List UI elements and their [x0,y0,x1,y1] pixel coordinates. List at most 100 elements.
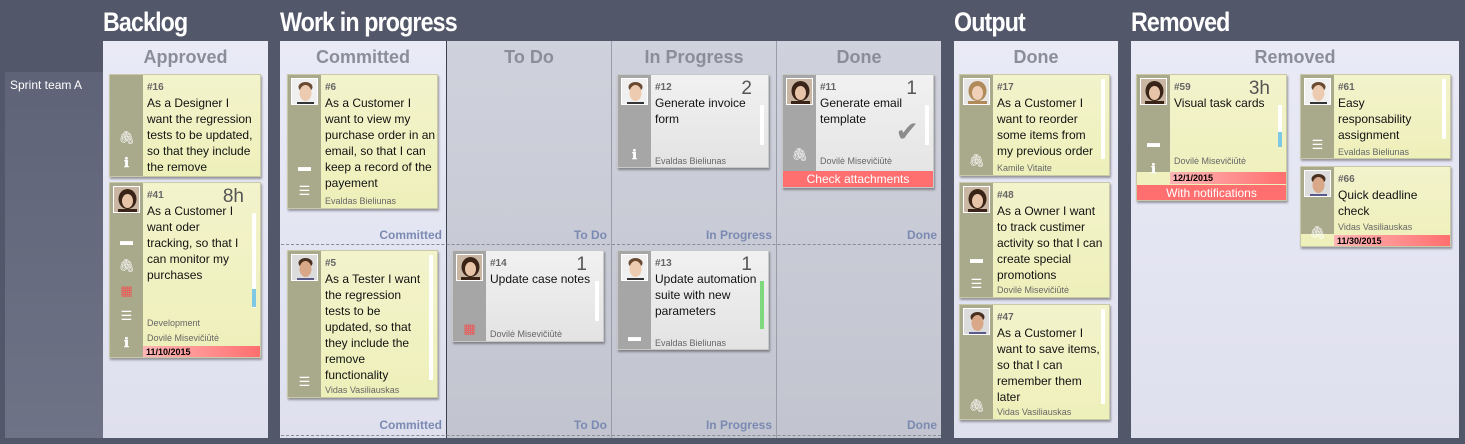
column-header-output-done[interactable]: Done [954,47,1118,68]
swimlane-label[interactable]: Sprint team A [5,72,103,438]
notification-bar[interactable]: With notifications [1137,185,1286,200]
task-card[interactable]: #59 3h Visual task cards ▬ ℹ Dovilė Mise… [1136,74,1287,201]
task-card[interactable]: #5 As a Tester I want the regression tes… [287,250,438,398]
card-scrollbar[interactable] [1101,79,1105,159]
comment-icon[interactable]: ▬ [1145,135,1162,150]
status-marker [252,289,256,307]
task-card[interactable]: #11 1 Generate email template ✔ 🖇 Dovilė… [782,74,934,188]
checkmark-icon: ✔ [895,116,919,147]
card-tag: Development [147,318,201,328]
card-owner: Dovilė Misevičiūtė [997,285,1070,295]
card-owner: Dovilė Misevičiūtė [820,156,893,166]
column-header-in-progress[interactable]: In Progress [612,47,776,68]
task-card[interactable]: #41 8h As a Customer I want oder trackin… [109,182,261,358]
comment-icon[interactable]: ▬ [118,233,135,248]
card-id: #61 [1338,82,1355,93]
avatar [1140,78,1167,105]
paperclip-icon[interactable]: 🖇 [791,147,808,162]
column-todo: To Do To Do To Do [447,41,611,438]
column-header-committed[interactable]: Committed [280,47,446,68]
card-title: Quick deadline check [1338,188,1418,218]
card-scrollbar[interactable] [925,105,929,145]
card-owner: Evaldas Bieliunas [325,196,397,206]
status-marker [1278,132,1282,147]
card-owner: Vidas Vasiliauskas [997,407,1072,417]
column-header-approved[interactable]: Approved [103,47,268,68]
task-card[interactable]: #13 1 Update automation suite with new p… [617,250,769,350]
column-header-removed[interactable]: Removed [1131,47,1459,68]
calendar-icon[interactable]: ▦ [118,283,135,298]
task-card[interactable]: #48 As a Owner I want to track custimer … [959,182,1110,298]
card-scrollbar[interactable] [595,281,599,321]
notification-bar[interactable]: Check attachments [783,171,933,187]
card-id: #48 [997,190,1014,201]
due-date: 11/30/2015 [1334,235,1450,246]
cards-icon[interactable]: ☰ [296,183,313,198]
cards-icon[interactable]: ☰ [968,276,985,291]
info-icon[interactable]: ℹ [1145,161,1162,176]
paperclip-icon[interactable]: 🖇 [118,258,135,273]
card-id: #16 [147,82,164,93]
avatar [113,186,140,213]
task-card[interactable]: #12 2 Generate invoice form ℹ Evaldas Bi… [617,74,769,168]
card-owner: Dovilė Misevičiūtė [1174,156,1247,166]
card-id: #59 [1174,82,1191,93]
task-card[interactable]: #6 As a Customer I want to view my purch… [287,74,438,209]
task-card[interactable]: #47 As a Customer I want to save items, … [959,304,1110,420]
avatar [456,254,483,281]
card-owner: Kamile Vitaite [997,163,1052,173]
avatar [621,78,648,105]
card-id: #13 [655,258,672,269]
sublane-divider [281,244,941,245]
info-icon[interactable]: ℹ [118,335,135,350]
avatar [291,254,318,281]
sublane-label-committed-bottom: Committed [379,418,442,432]
paperclip-icon[interactable]: 🖇 [968,398,985,413]
task-card[interactable]: #14 1 Update case notes ▦ Dovilė Misevič… [452,250,604,342]
card-title: As a Designer I want the regression test… [147,96,253,174]
paperclip-icon[interactable]: 🖇 [118,130,135,145]
card-title: As a Owner I want to track custimer acti… [997,204,1103,282]
task-card[interactable]: #61 Easy responsability assignment ☰ Eva… [1300,74,1451,159]
card-scrollbar[interactable] [1442,79,1446,139]
column-header-done[interactable]: Done [777,47,941,68]
card-owner: Vidas Vasiliauskas [1338,222,1413,232]
info-icon[interactable]: ℹ [626,147,643,162]
section-title-removed: Removed [1131,7,1230,37]
card-title: As a Customer I want to save items, so t… [997,326,1100,404]
comment-icon[interactable]: ▬ [626,329,643,344]
paperclip-icon[interactable]: 🖇 [1309,225,1326,240]
cards-icon[interactable]: ☰ [118,308,135,323]
sublane-label-in-progress-bottom: In Progress [705,418,772,432]
avatar [963,308,990,335]
info-icon[interactable]: ℹ [118,155,135,170]
cards-icon[interactable]: ☰ [296,374,313,389]
card-scrollbar[interactable] [1101,309,1105,404]
paperclip-icon[interactable]: 🖇 [968,153,985,168]
card-id: #6 [325,82,337,93]
card-owner: Dovilė Misevičiūtė [147,333,220,343]
card-owner: Evaldas Bieliunas [655,156,727,166]
avatar [786,78,813,105]
column-header-todo[interactable]: To Do [447,47,611,68]
status-marker [760,281,764,329]
task-card[interactable]: #16 As a Designer I want the regression … [109,74,261,177]
avatar [963,186,990,213]
task-card[interactable]: #17 As a Customer I want to reorder some… [959,74,1110,176]
sublane-divider [281,435,941,436]
calendar-icon[interactable]: ▦ [461,321,478,336]
section-title-output: Output [954,7,1026,37]
card-scrollbar[interactable] [760,105,764,145]
cards-icon[interactable]: ☰ [1309,137,1326,152]
sublane-label-todo-bottom: To Do [573,418,607,432]
card-scrollbar[interactable] [429,255,433,380]
task-card[interactable]: #66 Quick deadline check 🖇 Vidas Vasilia… [1300,166,1451,247]
card-owner: Dovilė Misevičiūtė [490,329,563,339]
card-id: #41 [147,190,164,201]
card-id: #47 [997,312,1014,323]
comment-icon[interactable]: ▬ [968,251,985,266]
comment-icon[interactable]: ▬ [296,159,313,174]
avatar [1304,78,1331,105]
card-title: Update automation suite with new paramet… [655,272,757,318]
avatar [621,254,648,281]
